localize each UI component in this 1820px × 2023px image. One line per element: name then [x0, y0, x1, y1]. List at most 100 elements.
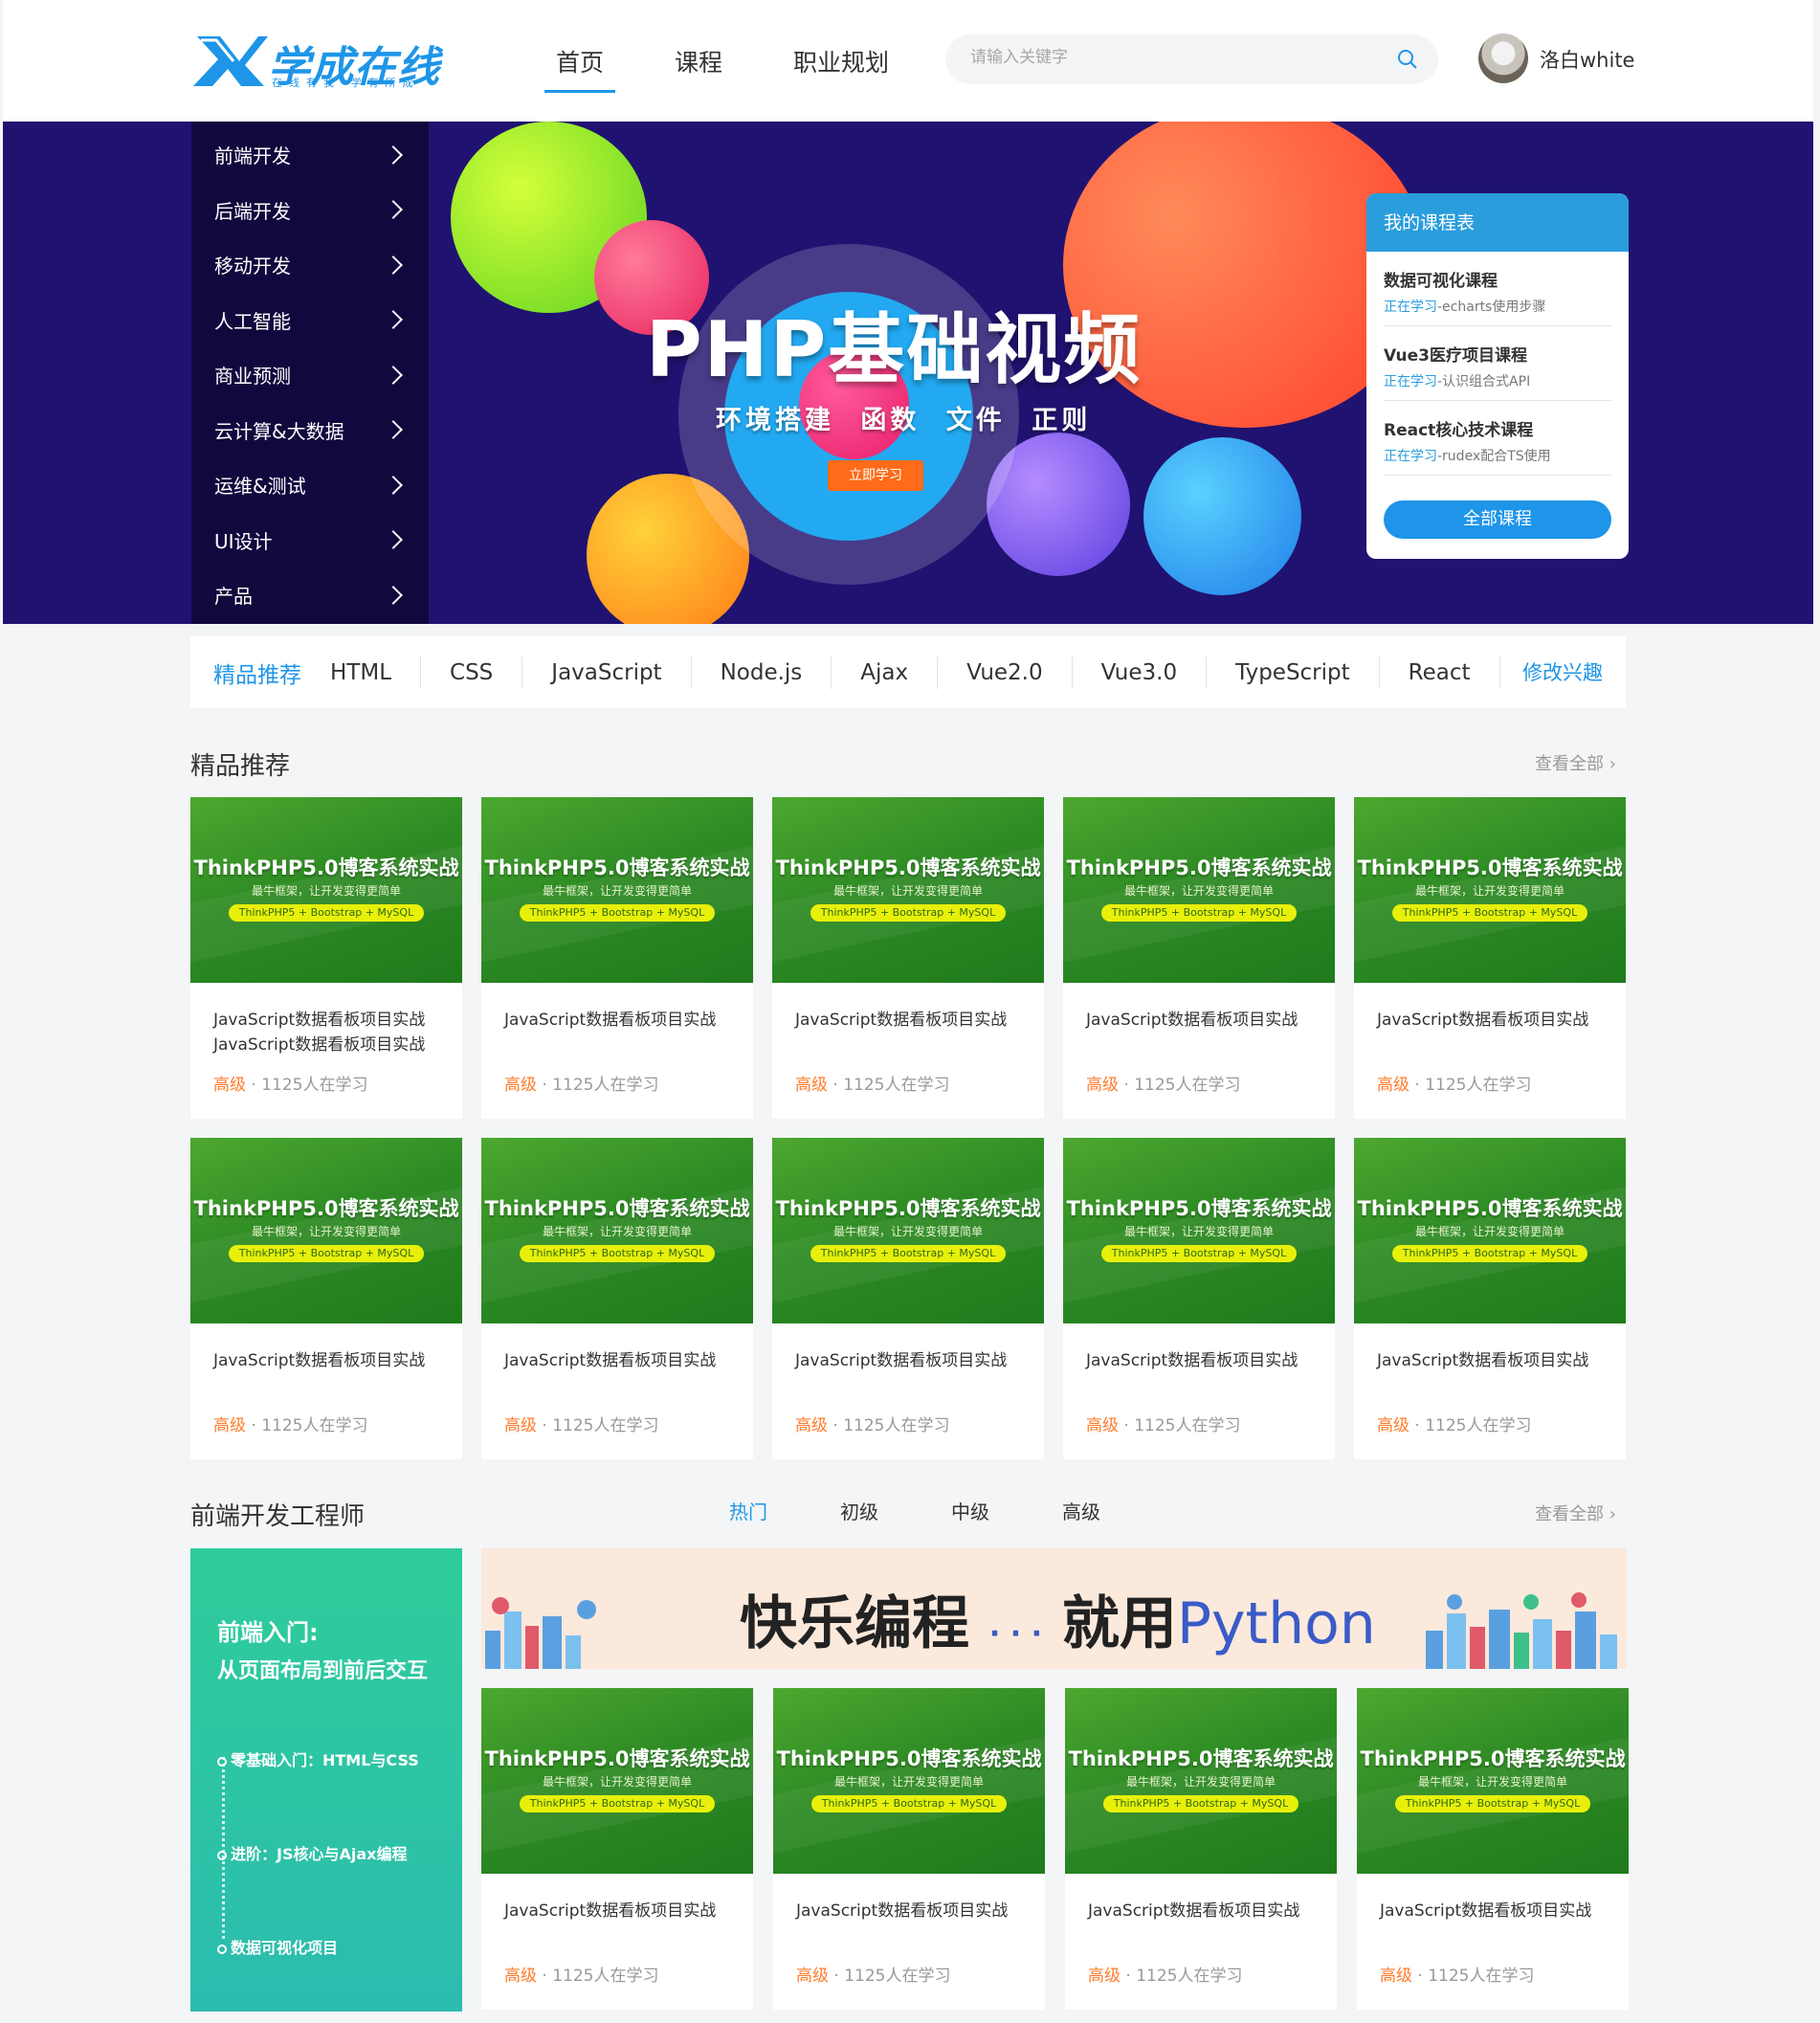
promo-subtitle: 环境搭建 函数 文件 正则	[716, 406, 1092, 435]
featured-view-all-link[interactable]: 查看全部 ›	[1535, 750, 1616, 775]
tab-beginner[interactable]: 初级	[840, 1497, 878, 1524]
course-card[interactable]: ThinkPHP5.0博客系统实战 最牛框架，让开发变得更简单 ThinkPHP5 …	[481, 1138, 753, 1459]
featured-section-title: 精品推荐	[190, 752, 291, 781]
course-card[interactable]: ThinkPHP5.0博客系统实战 最牛框架，让开发变得更简单 ThinkPHP5 …	[1065, 1688, 1337, 2010]
course-card[interactable]: ThinkPHP5.0博客系统实战 最牛框架，让开发变得更简单 ThinkPHP5 …	[1354, 1138, 1626, 1459]
course-card[interactable]: ThinkPHP5.0博客系统实战 最牛框架，让开发变得更简单 ThinkPHP5 …	[481, 797, 753, 1119]
course-meta: 高级 · 1125人在学习	[481, 1071, 753, 1095]
category-item[interactable]: 人工智能	[191, 293, 429, 348]
course-thumbnail[interactable]: ThinkPHP5.0博客系统实战 最牛框架，让开发变得更简单 ThinkPHP5 …	[772, 797, 1044, 983]
course-card[interactable]: ThinkPHP5.0博客系统实战 最牛框架，让开发变得更简单 ThinkPHP5 …	[772, 797, 1044, 1119]
thumb-subtitle: 最牛框架，让开发变得更简单	[1123, 1225, 1274, 1238]
course-thumbnail[interactable]: ThinkPHP5.0博客系统实战 最牛框架，让开发变得更简单 ThinkPHP5 …	[1063, 1138, 1335, 1323]
course-thumbnail[interactable]: ThinkPHP5.0博客系统实战 最牛框架，让开发变得更简单 ThinkPHP5 …	[190, 797, 462, 983]
my-course-status: 正在学习	[1384, 374, 1437, 389]
tag-nodejs[interactable]: Node.js	[692, 656, 832, 689]
tag-ajax[interactable]: Ajax	[832, 656, 939, 689]
course-name[interactable]: JavaScript数据看板项目实战	[481, 1323, 753, 1412]
search-icon[interactable]	[1396, 48, 1419, 71]
course-thumbnail[interactable]: ThinkPHP5.0博客系统实战 最牛框架，让开发变得更简单 ThinkPHP5 …	[481, 797, 753, 983]
interest-tag-bar: 精品推荐 HTML CSS JavaScript Node.js Ajax Vu…	[190, 636, 1626, 708]
thumb-subtitle: 最牛框架，让开发变得更简单	[1123, 884, 1274, 898]
course-thumbnail[interactable]: ThinkPHP5.0博客系统实战 最牛框架，让开发变得更简单 ThinkPHP5 …	[772, 1138, 1044, 1323]
course-thumbnail[interactable]: ThinkPHP5.0博客系统实战 最牛框架，让开发变得更简单 ThinkPHP5 …	[1065, 1688, 1337, 1874]
nav-career[interactable]: 职业规划	[782, 38, 900, 93]
my-course-title: React核心技术课程	[1384, 421, 1534, 440]
category-item[interactable]: 商业预测	[191, 347, 429, 403]
course-card[interactable]: ThinkPHP5.0博客系统实战 最牛框架，让开发变得更简单 ThinkPHP5 …	[772, 1138, 1044, 1459]
my-course-item[interactable]: Vue3医疗项目课程 正在学习-认识组合式API	[1384, 326, 1611, 401]
category-item[interactable]: 移动开发	[191, 237, 429, 293]
thumb-tech-badge: ThinkPHP5 + Bootstrap + MySQL	[520, 904, 715, 922]
course-thumbnail[interactable]: ThinkPHP5.0博客系统实战 最牛框架，让开发变得更简单 ThinkPHP5 …	[481, 1688, 753, 1874]
thumb-subtitle: 最牛框架，让开发变得更简单	[1125, 1775, 1276, 1789]
course-name[interactable]: JavaScript数据看板项目实战	[190, 1323, 462, 1412]
tag-html[interactable]: HTML	[330, 656, 422, 689]
course-name[interactable]: JavaScript数据看板项目实战	[1065, 1874, 1337, 1962]
course-card[interactable]: ThinkPHP5.0博客系统实战 最牛框架，让开发变得更简单 ThinkPHP5 …	[190, 1138, 462, 1459]
tab-hot[interactable]: 热门	[729, 1497, 767, 1524]
course-name[interactable]: JavaScript数据看板项目实战	[772, 1323, 1044, 1412]
user-avatar[interactable]	[1478, 33, 1528, 83]
edit-interests-link[interactable]: 修改兴趣	[1522, 657, 1603, 686]
course-thumbnail[interactable]: ThinkPHP5.0博客系统实战 最牛框架，让开发变得更简单 ThinkPHP5 …	[1063, 797, 1335, 983]
tag-vue3[interactable]: Vue3.0	[1073, 656, 1208, 689]
slogan-part-1: 快乐编程	[740, 1590, 969, 1657]
tag-react[interactable]: React	[1380, 656, 1500, 689]
category-item[interactable]: 运维&测试	[191, 457, 429, 513]
course-name[interactable]: JavaScript数据看板项目实战	[772, 983, 1044, 1071]
course-thumbnail[interactable]: ThinkPHP5.0博客系统实战 最牛框架，让开发变得更简单 ThinkPHP5 …	[190, 1138, 462, 1323]
course-name[interactable]: JavaScript数据看板项目实战JavaScript数据看板项目实战	[190, 983, 462, 1071]
course-card[interactable]: ThinkPHP5.0博客系统实战 最牛框架，让开发变得更简单 ThinkPHP5 …	[773, 1688, 1045, 2010]
course-thumbnail[interactable]: ThinkPHP5.0博客系统实战 最牛框架，让开发变得更简单 ThinkPHP5 …	[1354, 797, 1626, 983]
tag-css[interactable]: CSS	[421, 656, 523, 689]
course-card[interactable]: ThinkPHP5.0博客系统实战 最牛框架，让开发变得更简单 ThinkPHP5 …	[190, 797, 462, 1119]
tag-vue2[interactable]: Vue2.0	[938, 656, 1073, 689]
all-courses-button[interactable]: 全部课程	[1384, 500, 1611, 539]
course-card[interactable]: ThinkPHP5.0博客系统实战 最牛框架，让开发变得更简单 ThinkPHP5 …	[481, 1688, 753, 2010]
course-name[interactable]: JavaScript数据看板项目实战	[481, 1874, 753, 1962]
course-name[interactable]: JavaScript数据看板项目实战	[481, 983, 753, 1071]
logo[interactable]: 学成在线 在线有我·学有所成	[191, 33, 440, 92]
category-item[interactable]: 云计算&大数据	[191, 403, 429, 458]
username[interactable]: 洛白white	[1540, 45, 1634, 74]
course-card[interactable]: ThinkPHP5.0博客系统实战 最牛框架，让开发变得更简单 ThinkPHP5 …	[1063, 797, 1335, 1119]
course-name[interactable]: JavaScript数据看板项目实战	[773, 1874, 1045, 1962]
course-name[interactable]: JavaScript数据看板项目实战	[1357, 1874, 1629, 1962]
course-thumbnail[interactable]: ThinkPHP5.0博客系统实战 最牛框架，让开发变得更简单 ThinkPHP5 …	[773, 1688, 1045, 1874]
course-learners: · 1125人在学习	[246, 1416, 368, 1435]
my-course-item[interactable]: React核心技术课程 正在学习-rudex配合TS使用	[1384, 401, 1611, 476]
course-learners: · 1125人在学习	[829, 1967, 951, 1986]
tab-intermediate[interactable]: 中级	[951, 1497, 989, 1524]
course-card[interactable]: ThinkPHP5.0博客系统实战 最牛框架，让开发变得更简单 ThinkPHP5 …	[1357, 1688, 1629, 2010]
dev-view-all-link[interactable]: 查看全部 ›	[1535, 1501, 1616, 1525]
course-thumbnail[interactable]: ThinkPHP5.0博客系统实战 最牛框架，让开发变得更简单 ThinkPHP5 …	[1357, 1688, 1629, 1874]
category-item[interactable]: 后端开发	[191, 183, 429, 238]
my-course-item[interactable]: 数据可视化课程 正在学习-echarts使用步骤	[1384, 252, 1611, 326]
python-ad-banner[interactable]: 快乐编程 · · · 就用Python	[481, 1548, 1627, 1669]
category-item[interactable]: UI设计	[191, 513, 429, 568]
course-level: 高级	[213, 1076, 246, 1095]
category-item[interactable]: 前端开发	[191, 127, 429, 183]
my-course-detail: -rudex配合TS使用	[1437, 449, 1551, 464]
chevron-right-icon	[384, 200, 403, 220]
course-thumbnail[interactable]: ThinkPHP5.0博客系统实战 最牛框架，让开发变得更简单 ThinkPHP5 …	[481, 1138, 753, 1323]
tag-javascript[interactable]: JavaScript	[522, 656, 692, 689]
search-input[interactable]	[970, 48, 1372, 67]
course-name[interactable]: JavaScript数据看板项目实战	[1354, 983, 1626, 1071]
tag-typescript[interactable]: TypeScript	[1207, 656, 1380, 689]
category-label: 后端开发	[214, 199, 291, 223]
course-card[interactable]: ThinkPHP5.0博客系统实战 最牛框架，让开发变得更简单 ThinkPHP5 …	[1354, 797, 1626, 1119]
nav-home[interactable]: 首页	[544, 38, 616, 93]
dev-roadmap-promo[interactable]: 前端入门: 从页面布局到前后交互 零基础入门：HTML与CSS 进阶：JS核心与…	[190, 1548, 462, 2012]
course-card[interactable]: ThinkPHP5.0博客系统实战 最牛框架，让开发变得更简单 ThinkPHP5 …	[1063, 1138, 1335, 1459]
category-item[interactable]: 产品	[191, 567, 429, 623]
promo-learn-button[interactable]: 立即学习	[828, 460, 923, 491]
course-name[interactable]: JavaScript数据看板项目实战	[1354, 1323, 1626, 1412]
course-name[interactable]: JavaScript数据看板项目实战	[1063, 983, 1335, 1071]
course-thumbnail[interactable]: ThinkPHP5.0博客系统实战 最牛框架，让开发变得更简单 ThinkPHP5 …	[1354, 1138, 1626, 1323]
promo-title: PHP基础视频	[646, 305, 1143, 394]
nav-courses[interactable]: 课程	[663, 38, 734, 93]
course-name[interactable]: JavaScript数据看板项目实战	[1063, 1323, 1335, 1412]
tab-advanced[interactable]: 高级	[1062, 1497, 1100, 1524]
